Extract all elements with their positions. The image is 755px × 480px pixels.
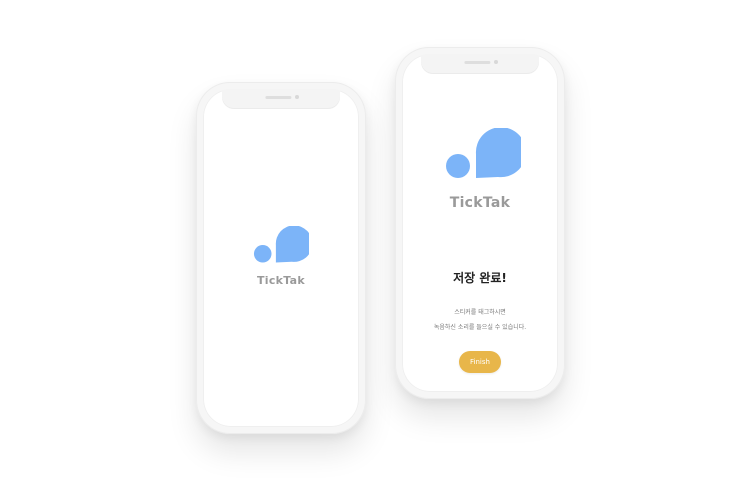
phone-notch — [222, 89, 340, 109]
description-line-2: 녹음하신 소리를 들으실 수 있습니다. — [433, 324, 527, 331]
phone-splash: TickTak — [196, 82, 366, 434]
ticktak-logo-icon — [253, 226, 309, 263]
phone-notch — [421, 54, 539, 74]
description-line-1: 스티커를 태그하시면 — [454, 309, 506, 316]
front-camera — [295, 95, 299, 99]
brand-name: TickTak — [449, 195, 511, 211]
ticktak-logo-icon — [446, 128, 521, 178]
speaker-grille — [265, 96, 292, 99]
mockup-stage: TickTak TickTak 저장 완료! 스티커를 태그하시면 녹음하신 소… — [0, 0, 755, 480]
front-camera — [494, 60, 498, 64]
speaker-grille — [464, 61, 491, 64]
complete-screen: TickTak 저장 완료! 스티커를 태그하시면 녹음하신 소리를 들으실 수… — [402, 54, 558, 392]
save-complete-title: 저장 완료! — [453, 271, 507, 285]
splash-screen: TickTak — [203, 89, 359, 427]
phone-complete: TickTak 저장 완료! 스티커를 태그하시면 녹음하신 소리를 들으실 수… — [395, 47, 565, 399]
finish-button[interactable]: Finish — [459, 351, 501, 373]
brand-name: TickTak — [256, 274, 306, 287]
